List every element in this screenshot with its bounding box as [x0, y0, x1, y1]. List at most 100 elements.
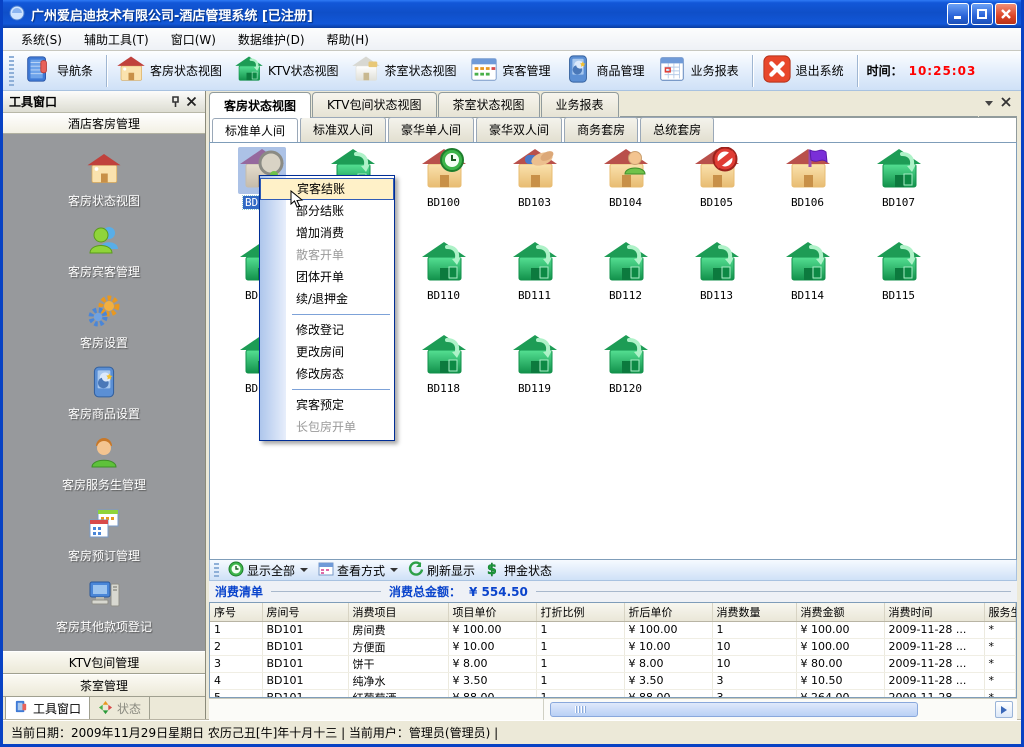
pin-icon[interactable] — [167, 94, 183, 110]
room-BD111[interactable]: BD111 — [489, 240, 580, 302]
dropdown-arrow-icon[interactable] — [300, 568, 308, 572]
maximize-button[interactable] — [971, 3, 993, 25]
room-BD106[interactable]: BD106 — [762, 147, 853, 209]
hscrollbar-thumb[interactable] — [550, 702, 918, 717]
room-BD103[interactable]: BD103 — [489, 147, 580, 209]
room-BD110[interactable]: BD110 — [398, 240, 489, 302]
consume-toolbar-drag-handle[interactable] — [214, 563, 219, 578]
menu-item[interactable]: 辅助工具(T) — [74, 29, 159, 50]
room-type-tab[interactable]: 标准单人间 — [212, 118, 298, 143]
room-BD120[interactable]: BD120 — [580, 333, 671, 395]
table-row[interactable]: 3BD101饼干¥ 8.001¥ 8.0010¥ 80.002009-11-28… — [210, 655, 1016, 672]
sidebar-item[interactable]: 客房服务生管理 — [19, 430, 189, 499]
toolbar-button[interactable]: 业务报表 — [653, 52, 747, 89]
table-row[interactable]: 2BD101方便面¥ 10.001¥ 10.0010¥ 100.002009-1… — [210, 638, 1016, 655]
sidebar-tab[interactable]: 工具窗口 — [5, 697, 90, 720]
dropdown-arrow-icon[interactable] — [390, 568, 398, 572]
table-row[interactable]: 1BD101房间费¥ 100.001¥ 100.001¥ 100.002009-… — [210, 621, 1016, 638]
room-BD104[interactable]: BD104 — [580, 147, 671, 209]
minimize-button[interactable] — [947, 3, 969, 25]
toolbar-button[interactable]: 商品管理 — [559, 52, 653, 89]
table-cell: 红葡萄酒 — [348, 689, 448, 698]
room-type-tab[interactable]: 总统套房 — [640, 117, 714, 142]
room-type-tab[interactable]: 标准双人间 — [300, 117, 386, 142]
menu-item[interactable]: 帮助(H) — [317, 29, 379, 50]
context-menu-item[interactable]: 修改房态 — [260, 363, 394, 385]
room-BD112[interactable]: BD112 — [580, 240, 671, 302]
table-cell: * — [984, 689, 1016, 698]
document-tab[interactable]: 业务报表 — [541, 92, 619, 117]
table-header-cell[interactable]: 折后单价 — [624, 603, 712, 621]
toolbar-button[interactable]: 导航条 — [19, 52, 101, 89]
table-header-cell[interactable]: 消费时间 — [884, 603, 984, 621]
toolbar-button[interactable]: 客房状态视图 — [112, 52, 230, 89]
table-header-cell[interactable]: 消费数量 — [712, 603, 796, 621]
table-row[interactable]: 5BD101红葡萄酒¥ 88.001¥ 88.003¥ 264.002009-1… — [210, 689, 1016, 698]
menu-item[interactable]: 窗口(W) — [161, 29, 226, 50]
context-menu-item[interactable]: 部分结账 — [260, 200, 394, 222]
room-BD114[interactable]: BD114 — [762, 240, 853, 302]
sidebar-panel-header[interactable]: 酒店客房管理 — [3, 113, 205, 134]
table-header-cell[interactable]: 序号 — [210, 603, 262, 621]
tool-window-close-icon[interactable] — [183, 94, 199, 110]
table-header-cell[interactable]: 项目单价 — [448, 603, 536, 621]
menubar: 系统(S)辅助工具(T)窗口(W)数据维护(D)帮助(H) — [3, 28, 1021, 51]
sidebar-item[interactable]: 客房宾客管理 — [19, 217, 189, 286]
sidebar-item[interactable]: 客房设置 — [19, 288, 189, 357]
toolbar-button[interactable]: 宾客管理 — [465, 52, 559, 89]
context-menu-item[interactable]: 更改房间 — [260, 341, 394, 363]
room-BD119[interactable]: BD119 — [489, 333, 580, 395]
tab-list-dropdown-icon[interactable] — [985, 101, 993, 106]
menu-item[interactable]: 系统(S) — [11, 29, 72, 50]
toolbar-button[interactable]: 退出系统 — [758, 52, 852, 89]
room-type-tab[interactable]: 豪华双人间 — [476, 117, 562, 142]
hscrollbar-right-arrow[interactable] — [995, 701, 1013, 718]
toolbar-button[interactable]: 茶室状态视图 — [347, 52, 465, 89]
table-row[interactable]: 4BD101纯净水¥ 3.501¥ 3.503¥ 10.502009-11-28… — [210, 672, 1016, 689]
room-type-tab[interactable]: 豪华单人间 — [388, 117, 474, 142]
sidebar-tab[interactable]: 状态 — [90, 697, 150, 720]
sidebar-item[interactable]: 客房其他款项登记 — [19, 572, 189, 641]
context-menu-item[interactable]: 宾客预定 — [260, 394, 394, 416]
goods-pda-icon — [563, 54, 593, 87]
table-header-cell[interactable]: 服务生 — [984, 603, 1016, 621]
context-menu-item[interactable]: 团体开单 — [260, 266, 394, 288]
room-BD100[interactable]: BD100 — [398, 147, 489, 209]
table-header-cell[interactable]: 打折比例 — [536, 603, 624, 621]
toolbar-drag-handle[interactable] — [9, 56, 14, 86]
sidebar-item-label: 客房设置 — [80, 334, 128, 351]
context-menu-item[interactable]: 续/退押金 — [260, 288, 394, 310]
consume-toolbar-button[interactable]: 查看方式 — [316, 560, 404, 581]
tab-close-icon[interactable] — [1001, 96, 1011, 110]
menu-item[interactable]: 数据维护(D) — [228, 29, 315, 50]
table-cell: BD101 — [262, 621, 348, 638]
document-tab[interactable]: 客房状态视图 — [209, 92, 311, 118]
table-cell: * — [984, 621, 1016, 638]
close-button[interactable] — [995, 3, 1017, 25]
room-BD105[interactable]: BD105 — [671, 147, 762, 209]
context-menu-item[interactable]: 修改登记 — [260, 319, 394, 341]
consume-toolbar-button[interactable]: 显示全部 — [226, 560, 314, 581]
toolbar-button-label: 茶室状态视图 — [385, 62, 457, 79]
room-BD115[interactable]: BD115 — [853, 240, 944, 302]
table-cell: ¥ 88.00 — [448, 689, 536, 698]
sidebar-item[interactable]: 客房状态视图 — [19, 146, 189, 215]
sidebar-group-button[interactable]: KTV包间管理 — [3, 651, 205, 674]
consume-toolbar-button[interactable]: 刷新显示 — [406, 560, 481, 581]
sidebar-item[interactable]: 客房商品设置 — [19, 359, 189, 428]
toolbar-button[interactable]: KTV状态视图 — [230, 52, 346, 89]
sidebar-group-button[interactable]: 茶室管理 — [3, 674, 205, 697]
table-header-cell[interactable]: 房间号 — [262, 603, 348, 621]
table-header-cell[interactable]: 消费金额 — [796, 603, 884, 621]
sidebar-item[interactable]: 客房预订管理 — [19, 501, 189, 570]
room-BD113[interactable]: BD113 — [671, 240, 762, 302]
document-tab[interactable]: 茶室状态视图 — [438, 92, 540, 117]
room-BD118[interactable]: BD118 — [398, 333, 489, 395]
context-menu-item[interactable]: 宾客结账 — [260, 178, 394, 200]
table-header-cell[interactable]: 消费项目 — [348, 603, 448, 621]
room-BD107[interactable]: BD107 — [853, 147, 944, 209]
document-tab[interactable]: KTV包间状态视图 — [312, 92, 436, 117]
consume-toolbar-button[interactable]: $押金状态 — [483, 560, 558, 581]
room-type-tab[interactable]: 商务套房 — [564, 117, 638, 142]
context-menu-item[interactable]: 增加消费 — [260, 222, 394, 244]
